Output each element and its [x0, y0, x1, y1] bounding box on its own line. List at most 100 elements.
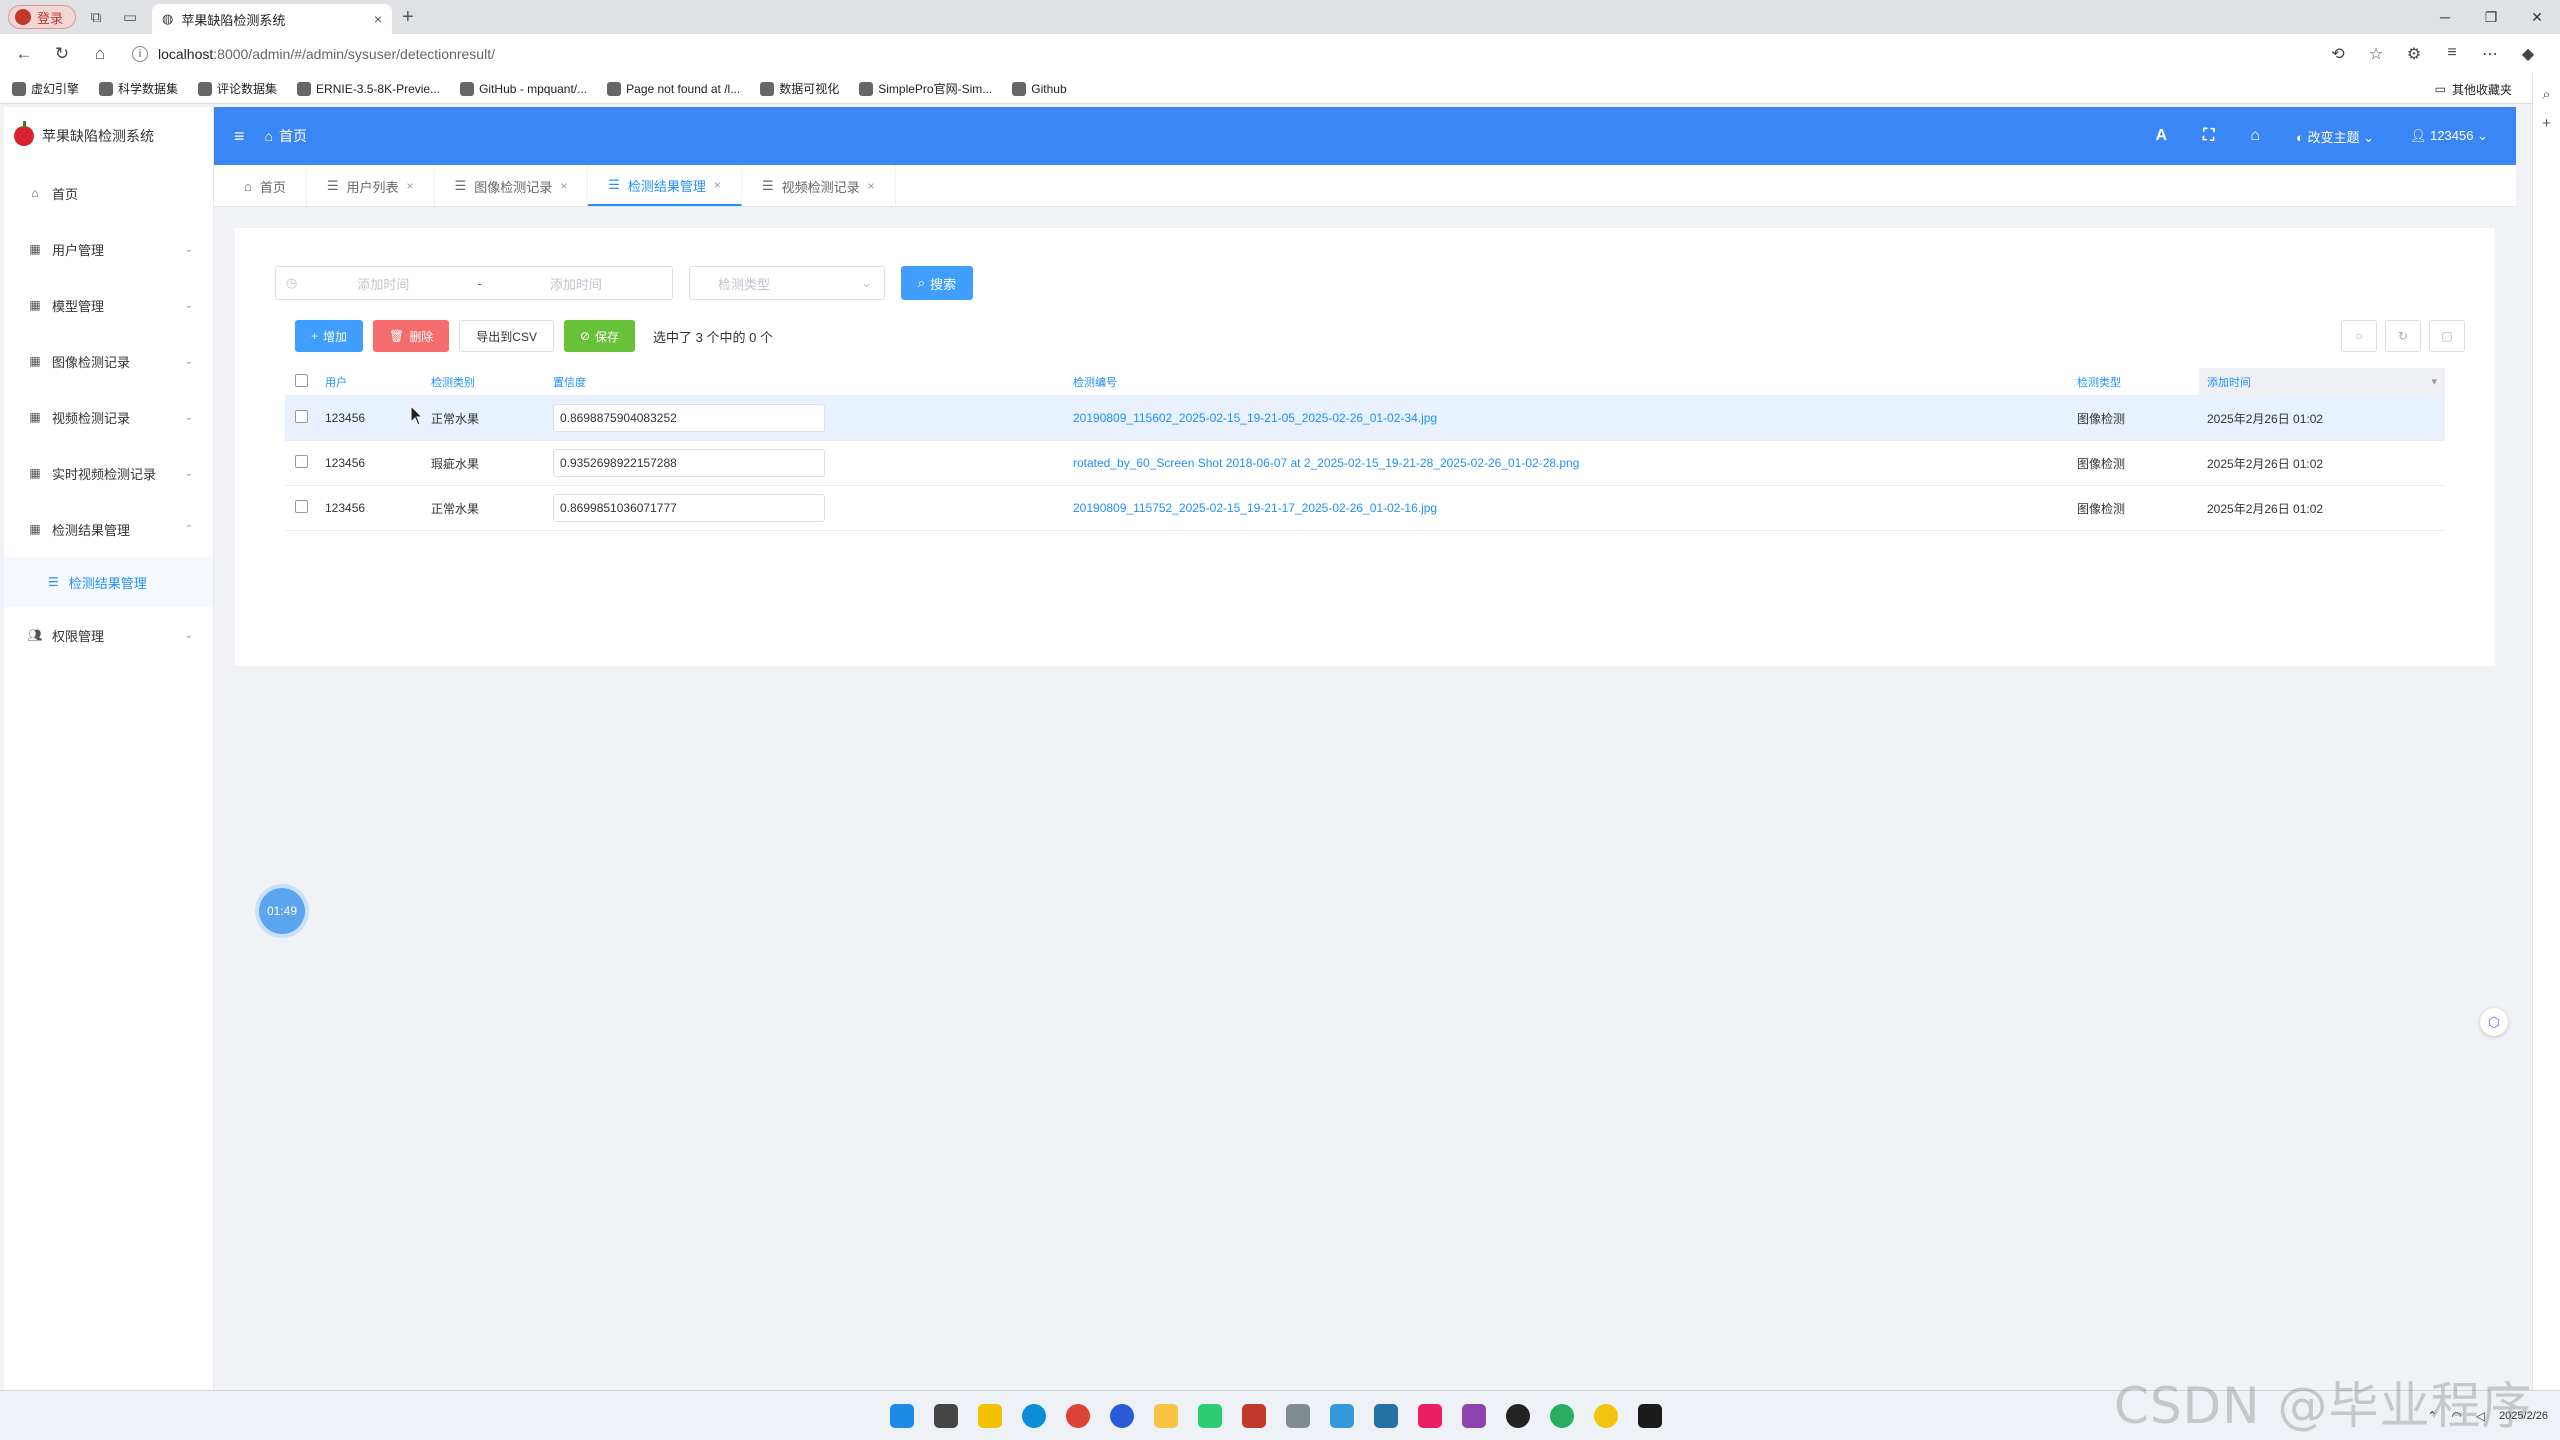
timer-badge[interactable]: 01:49: [259, 888, 305, 934]
bookmark-item[interactable]: ERNIE-3.5-8K-Previe...: [297, 81, 440, 96]
add-icon[interactable]: +: [2533, 115, 2560, 132]
sidebar-item-image-records[interactable]: ▦ 图像检测记录 ⌄: [4, 333, 213, 389]
theme-dropdown[interactable]: ◐ 改变主题 ⌄: [2296, 127, 2374, 146]
bookmark-item[interactable]: Page not found at /l...: [607, 81, 740, 96]
columns-icon[interactable]: ▢: [2429, 320, 2465, 352]
app-icon[interactable]: [1286, 1404, 1310, 1428]
app-icon[interactable]: [1550, 1404, 1574, 1428]
tab-home[interactable]: ⌂ 首页: [224, 166, 307, 206]
favorites-icon[interactable]: ≡: [2438, 44, 2466, 64]
assistant-float-icon[interactable]: ⬡: [2480, 1008, 2508, 1036]
search-icon[interactable]: ○: [2341, 320, 2377, 352]
header-confidence[interactable]: 置信度: [553, 374, 1073, 390]
translate-icon[interactable]: ⟲: [2324, 44, 2352, 64]
app-icon[interactable]: [1242, 1404, 1266, 1428]
bookmark-item[interactable]: GitHub - mpquant/...: [460, 81, 587, 96]
app-icon[interactable]: [1110, 1404, 1134, 1428]
close-tab-icon[interactable]: ×: [374, 11, 382, 27]
delete-button[interactable]: 🗑︎ 删除: [373, 320, 450, 352]
header-user[interactable]: 用户: [325, 374, 431, 390]
file-explorer-icon[interactable]: [1154, 1404, 1178, 1428]
task-view-icon[interactable]: [934, 1404, 958, 1428]
header-category[interactable]: 检测类别: [431, 374, 553, 390]
detection-number-link[interactable]: 20190809_115752_2025-02-15_19-21-17_2025…: [1073, 501, 2077, 515]
confidence-input[interactable]: 0.8699851036071777: [553, 494, 825, 522]
export-csv-button[interactable]: 导出到CSV: [459, 320, 554, 352]
info-icon[interactable]: i: [132, 46, 148, 62]
select-all-checkbox[interactable]: [295, 373, 308, 387]
save-button[interactable]: ⊘ 保存: [563, 320, 636, 352]
menu-toggle-icon[interactable]: ≡: [234, 126, 245, 147]
close-icon[interactable]: ×: [868, 179, 875, 193]
fullscreen-icon[interactable]: ⛶: [2203, 127, 2214, 145]
sidebar-item-realtime-records[interactable]: ▦ 实时视频检测记录 ⌄: [4, 445, 213, 501]
extensions-icon[interactable]: ⚙: [2400, 44, 2428, 64]
close-icon[interactable]: ×: [407, 179, 414, 193]
wechat-icon[interactable]: [1198, 1404, 1222, 1428]
close-window-icon[interactable]: ✕: [2514, 0, 2560, 34]
header-number[interactable]: 检测编号: [1073, 374, 2077, 390]
start-icon[interactable]: [890, 1404, 914, 1428]
app-icon[interactable]: [1330, 1404, 1354, 1428]
header-type[interactable]: 检测类型: [2077, 374, 2199, 390]
profile-button[interactable]: 登录: [8, 5, 77, 29]
row-checkbox[interactable]: [295, 500, 308, 513]
detection-type-select[interactable]: 检测类型 ⌄: [689, 266, 885, 300]
qq-icon[interactable]: [1506, 1404, 1530, 1428]
tab-actions-icon[interactable]: ▭: [116, 3, 144, 31]
refresh-icon[interactable]: ↻: [46, 38, 78, 70]
chrome-icon[interactable]: [1066, 1404, 1090, 1428]
bookmark-item[interactable]: 虚幻引擎: [12, 80, 79, 97]
close-icon[interactable]: ×: [560, 179, 567, 193]
more-icon[interactable]: ⋯: [2476, 44, 2504, 64]
edge-icon[interactable]: [1022, 1404, 1046, 1428]
home-icon[interactable]: ⌂: [84, 38, 116, 70]
confidence-input[interactable]: 0.9352698922157288: [553, 449, 825, 477]
tab-image-records[interactable]: ☰ 图像检测记录 ×: [435, 166, 589, 206]
app-icon[interactable]: [978, 1404, 1002, 1428]
back-icon[interactable]: ←: [8, 38, 40, 70]
sidebar-item-users[interactable]: ▦ 用户管理 ⌄: [4, 221, 213, 277]
bookmark-item[interactable]: Github: [1012, 81, 1067, 96]
topbar-home[interactable]: ⌂ 首页: [265, 126, 307, 146]
new-tab-button[interactable]: +: [402, 6, 414, 29]
restore-icon[interactable]: ❐: [2468, 0, 2514, 34]
detection-number-link[interactable]: 20190809_115602_2025-02-15_19-21-05_2025…: [1073, 411, 2077, 425]
copilot-icon[interactable]: ◆: [2514, 44, 2542, 64]
sidebar-subitem-results[interactable]: ☰ 检测结果管理: [4, 557, 213, 607]
row-checkbox[interactable]: [295, 410, 308, 423]
app-icon[interactable]: [1418, 1404, 1442, 1428]
bookmark-item[interactable]: 评论数据集: [198, 80, 277, 97]
vscode-icon[interactable]: [1374, 1404, 1398, 1428]
add-button[interactable]: + 增加: [295, 320, 364, 352]
url-field[interactable]: i localhost:8000/admin/#/admin/sysuser/d…: [122, 39, 2318, 69]
workspaces-icon[interactable]: ⧉: [82, 3, 110, 31]
tab-video-records[interactable]: ☰ 视频检测记录 ×: [742, 166, 896, 206]
row-checkbox[interactable]: [295, 455, 308, 468]
refresh-icon[interactable]: ↻: [2385, 320, 2421, 352]
sidebar-item-permissions[interactable]: 👥︎ 权限管理 ⌄: [4, 607, 213, 663]
font-size-icon[interactable]: A: [2156, 127, 2168, 145]
search-button[interactable]: ⌕ 搜索: [901, 266, 973, 300]
browser-tab[interactable]: ◍ 苹果缺陷检测系统 ×: [152, 4, 393, 34]
bookmark-item[interactable]: 科学数据集: [99, 80, 178, 97]
user-dropdown[interactable]: 👤︎ 123456 ⌄: [2410, 128, 2488, 144]
sidebar-item-home[interactable]: ⌂ 首页: [4, 165, 213, 221]
close-icon[interactable]: ×: [714, 178, 721, 192]
sidebar-item-results[interactable]: ▦ 检测结果管理 ⌃: [4, 501, 213, 557]
minimize-icon[interactable]: ─: [2422, 0, 2468, 34]
header-time[interactable]: 添加时间 ▾: [2199, 367, 2445, 396]
bookmark-item[interactable]: 数据可视化: [760, 80, 839, 97]
tab-user-list[interactable]: ☰ 用户列表 ×: [307, 166, 435, 206]
detection-number-link[interactable]: rotated_by_60_Screen Shot 2018-06-07 at …: [1073, 456, 2077, 470]
home-icon[interactable]: ⌂: [2250, 127, 2260, 145]
favorite-star-icon[interactable]: ☆: [2362, 44, 2390, 64]
other-bookmarks[interactable]: ▭ 其他收藏夹: [2435, 74, 2512, 104]
sidebar-item-models[interactable]: ▦ 模型管理 ⌄: [4, 277, 213, 333]
tab-results[interactable]: ☰ 检测结果管理 ×: [588, 166, 742, 206]
sidebar-item-video-records[interactable]: ▦ 视频检测记录 ⌄: [4, 389, 213, 445]
confidence-input[interactable]: 0.8698875904083252: [553, 404, 825, 432]
app-icon[interactable]: [1594, 1404, 1618, 1428]
date-range-picker[interactable]: ◷ 添加时间 - 添加时间: [275, 266, 673, 300]
app-icon[interactable]: [1462, 1404, 1486, 1428]
